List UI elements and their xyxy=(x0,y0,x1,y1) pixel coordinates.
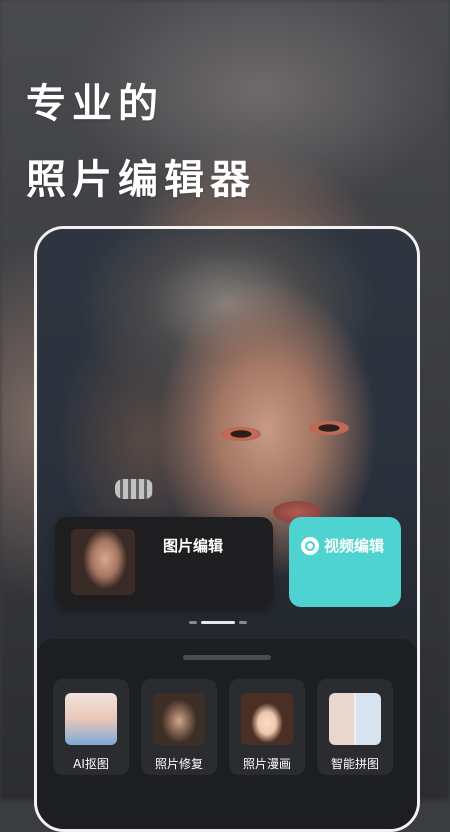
photo-edit-label: 图片编辑 xyxy=(163,537,224,555)
right-eye xyxy=(309,421,349,435)
tool-label: 照片修复 xyxy=(154,757,203,771)
video-edit-card[interactable]: 视频编辑 xyxy=(289,517,401,607)
headline-line-2: 照片编辑器 xyxy=(26,157,256,203)
headline: 专业的 照片编辑器 xyxy=(26,66,256,218)
tools-panel: AI抠图 照片修复 照片漫画 智能拼图 xyxy=(37,639,417,829)
video-edit-label: 视频编辑 xyxy=(324,537,385,555)
photo-cartoon-thumbnail xyxy=(241,693,293,745)
ear-cuff xyxy=(115,479,153,499)
carousel-dot-active xyxy=(201,621,235,624)
left-eye xyxy=(221,427,261,441)
headline-line-1: 专业的 xyxy=(26,81,164,127)
tool-label: AI抠图 xyxy=(73,757,109,771)
photo-restore-thumbnail xyxy=(153,693,205,745)
photo-edit-card[interactable]: 图片编辑 xyxy=(55,517,273,607)
tool-label: 智能拼图 xyxy=(330,757,379,771)
smart-collage-thumbnail xyxy=(329,693,381,745)
ai-cutout-thumbnail xyxy=(65,693,117,745)
phone-mockup: 图片编辑 视频编辑 AI抠图 照片修复 照片漫画 智能拼图 xyxy=(34,226,420,832)
drag-handle[interactable] xyxy=(183,655,271,660)
photo-edit-thumbnail xyxy=(71,529,135,595)
carousel-dot xyxy=(239,621,247,624)
tool-ai-cutout[interactable]: AI抠图 xyxy=(53,679,129,775)
tool-label: 照片漫画 xyxy=(242,757,291,771)
tool-photo-restore[interactable]: 照片修复 xyxy=(141,679,217,775)
carousel-indicator xyxy=(189,621,247,624)
tool-photo-cartoon[interactable]: 照片漫画 xyxy=(229,679,305,775)
carousel-dot xyxy=(189,621,197,624)
video-play-icon xyxy=(301,537,319,555)
tool-smart-collage[interactable]: 智能拼图 xyxy=(317,679,393,775)
